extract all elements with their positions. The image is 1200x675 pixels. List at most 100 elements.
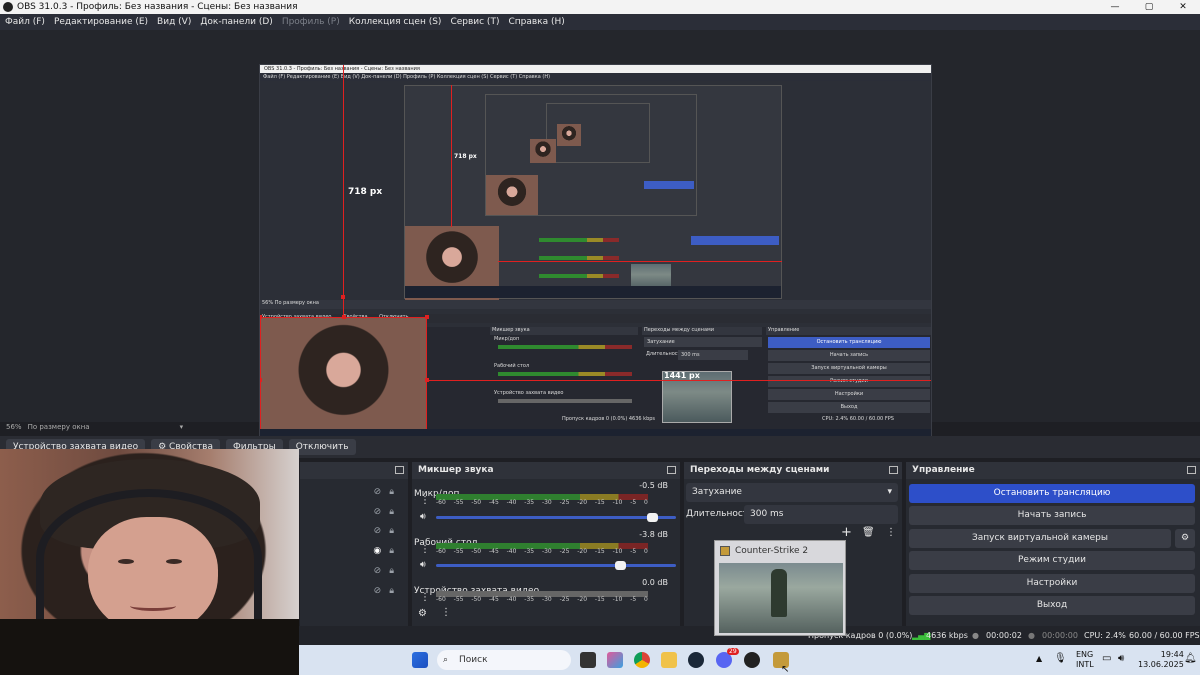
more-vertical-icon[interactable]: ⋮ xyxy=(420,495,430,506)
add-transition-icon[interactable]: + xyxy=(841,525,852,540)
eye-icon[interactable]: ◉ xyxy=(373,546,381,556)
tick: -35 xyxy=(524,596,535,603)
float-dock-icon[interactable] xyxy=(667,466,676,474)
volume-slider[interactable] xyxy=(436,513,676,522)
duration-field[interactable]: 300 ms xyxy=(744,505,898,524)
minimize-button[interactable]: — xyxy=(1098,0,1132,14)
transition-select[interactable]: Затухание ▾ xyxy=(686,483,898,502)
float-dock-icon[interactable] xyxy=(395,466,404,474)
lock-icon[interactable]: 🔒︎ xyxy=(389,546,394,556)
eye-hidden-icon[interactable]: ⊘ xyxy=(374,507,382,517)
studio-mode-button[interactable]: Режим студии xyxy=(909,551,1195,570)
start-record-button[interactable]: Начать запись xyxy=(909,506,1195,525)
slider-knob[interactable] xyxy=(614,561,626,570)
volume-icon[interactable]: 🔊︎ xyxy=(1118,653,1124,664)
menu-docks[interactable]: Док-панели (D) xyxy=(200,17,272,27)
zoom-mode-select[interactable]: По размеру окна xyxy=(28,423,90,431)
lock-icon[interactable]: 🔒︎ xyxy=(389,487,394,497)
virtual-cam-settings-button[interactable]: ⚙ xyxy=(1175,529,1195,548)
eye-hidden-icon[interactable]: ⊘ xyxy=(374,566,382,576)
maximize-button[interactable]: ▢ xyxy=(1132,0,1166,14)
resize-handle-tl[interactable] xyxy=(260,315,262,319)
eye-hidden-icon[interactable]: ⊘ xyxy=(374,487,382,497)
float-dock-icon[interactable] xyxy=(889,466,898,474)
language-indicator[interactable]: ENG INTL xyxy=(1076,650,1094,670)
tick: 0 xyxy=(644,548,648,555)
controls-dock-header: Управление xyxy=(906,462,1200,479)
search-placeholder: Поиск xyxy=(459,655,488,665)
source-row-5[interactable]: ⊘ 🔒︎ xyxy=(300,561,404,580)
nested-meter-b xyxy=(539,256,619,260)
display-icon[interactable]: ▭ xyxy=(1102,653,1111,664)
tick: -35 xyxy=(524,499,535,506)
nested-mixer-title: Микшер звука xyxy=(490,327,638,335)
mixer-settings-gear-icon[interactable]: ⚙ xyxy=(418,608,427,619)
nested-menu-bar: Файл (F) Редактирование (E) Вид (V) Док-… xyxy=(260,73,931,81)
tick: -45 xyxy=(488,499,499,506)
menu-file[interactable]: Файл (F) xyxy=(5,17,45,27)
obs-taskbar-icon[interactable] xyxy=(744,652,760,668)
menu-profile: Профиль (P) xyxy=(281,17,340,27)
slider-knob[interactable] xyxy=(646,513,658,522)
lock-icon[interactable]: 🔒︎ xyxy=(389,566,394,576)
transitions-dock-header: Переходы между сценами xyxy=(684,462,902,479)
taskbar-search[interactable]: ⌕ Поиск xyxy=(437,650,571,670)
menu-scene-collection[interactable]: Коллекция сцен (S) xyxy=(349,17,442,27)
stop-stream-button[interactable]: Остановить трансляцию xyxy=(909,484,1195,503)
webcam-shirt xyxy=(0,619,299,675)
measure-height-inner: 718 px xyxy=(454,153,477,160)
nested-ch1-name: Микр/доп xyxy=(494,336,520,342)
chevron-down-icon: ▾ xyxy=(887,487,892,497)
notification-bell-icon[interactable]: 🔔︎ xyxy=(1184,653,1197,664)
lock-icon[interactable]: 🔒︎ xyxy=(389,586,394,596)
nested-stop-button-2 xyxy=(644,181,694,189)
windows-start-icon[interactable] xyxy=(412,652,428,668)
float-dock-icon[interactable] xyxy=(1187,466,1196,474)
close-button[interactable]: ✕ xyxy=(1166,0,1200,14)
program-preview[interactable]: OBS 31.0.3 - Профиль: Без названия - Сце… xyxy=(259,64,932,444)
resize-handle-l[interactable] xyxy=(260,378,262,382)
source-row-6[interactable]: ⊘ 🔒︎ xyxy=(300,581,404,600)
nested-meter-c xyxy=(539,274,619,278)
tick: -40 xyxy=(506,596,517,603)
chevron-down-icon[interactable]: ▾ xyxy=(180,423,184,431)
clock[interactable]: 19:44 13.06.2025 xyxy=(1138,650,1184,670)
chrome-icon[interactable] xyxy=(634,652,650,668)
menu-tools[interactable]: Сервис (T) xyxy=(450,17,499,27)
more-vertical-icon[interactable]: ⋮ xyxy=(886,527,896,538)
copilot-icon[interactable] xyxy=(607,652,623,668)
lock-icon[interactable]: 🔒︎ xyxy=(389,526,394,536)
source-row-1[interactable]: ⊘ 🔒︎ xyxy=(300,482,404,501)
speaker-icon[interactable]: 🔊︎ xyxy=(420,512,426,522)
meter-scale: -60 -55 -50 -45 -40 -35 -30 -25 -20 -15 -10 -5 0 xyxy=(436,548,648,555)
file-explorer-icon[interactable] xyxy=(661,652,677,668)
mixer-channel-desktop: Рабочий стол -3.8 dB ⋮ -60-55-50-45-40-3… xyxy=(414,530,678,570)
nested-exit: Выход xyxy=(768,402,930,413)
steam-icon[interactable] xyxy=(688,652,704,668)
microphone-icon[interactable]: 🎙︎ xyxy=(1054,653,1067,664)
task-view-icon[interactable] xyxy=(580,652,596,668)
more-vertical-icon[interactable]: ⋮ xyxy=(420,592,430,603)
trash-icon[interactable]: 🗑︎ xyxy=(862,527,875,538)
menu-help[interactable]: Справка (H) xyxy=(508,17,564,27)
source-row-4[interactable]: ◉ 🔒︎ xyxy=(300,541,404,560)
eye-hidden-icon[interactable]: ⊘ xyxy=(374,526,382,536)
menu-edit[interactable]: Редактирование (E) xyxy=(54,17,148,27)
mixer-more-icon[interactable]: ⋮ xyxy=(441,607,451,618)
bitrate: 4636 kbps xyxy=(926,631,968,640)
virtual-cam-button[interactable]: Запуск виртуальной камеры xyxy=(909,529,1171,548)
volume-slider[interactable] xyxy=(436,561,676,570)
source-row-3[interactable]: ⊘ 🔒︎ xyxy=(300,521,404,540)
speaker-icon[interactable]: 🔊︎ xyxy=(420,560,426,570)
settings-button[interactable]: Настройки xyxy=(909,574,1195,593)
menu-view[interactable]: Вид (V) xyxy=(157,17,191,27)
chevron-up-icon[interactable]: ▲ xyxy=(1036,654,1042,663)
eye-hidden-icon[interactable]: ⊘ xyxy=(374,586,382,596)
more-vertical-icon[interactable]: ⋮ xyxy=(420,544,430,555)
guide-horizontal-inner xyxy=(498,261,782,262)
resize-handle-tr[interactable] xyxy=(425,315,429,319)
lock-icon[interactable]: 🔒︎ xyxy=(389,507,394,517)
source-row-2[interactable]: ⊘ 🔒︎ xyxy=(300,502,404,521)
exit-button[interactable]: Выход xyxy=(909,596,1195,615)
cpu-usage: CPU: 2.4% xyxy=(1084,631,1126,640)
